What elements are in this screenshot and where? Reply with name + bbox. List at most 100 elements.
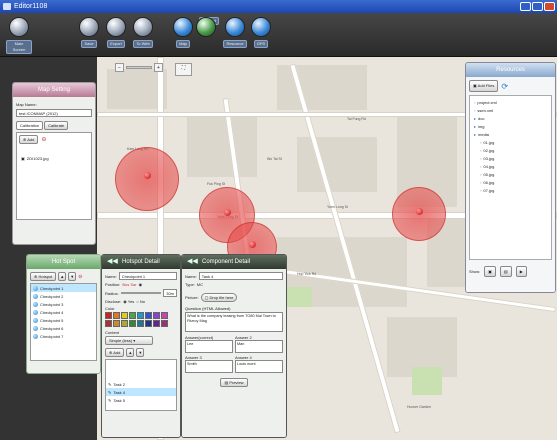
color-swatch[interactable] (121, 320, 128, 327)
color-swatch[interactable] (129, 320, 136, 327)
radius-slider[interactable] (120, 292, 162, 294)
resource-button[interactable]: Resource (222, 17, 248, 48)
map-button[interactable]: Map (170, 17, 196, 48)
color-swatch[interactable] (137, 320, 144, 327)
add-map-button[interactable]: ⊕ Add (19, 135, 39, 144)
document-filter-icon[interactable]: ▤ (499, 266, 512, 277)
task-item-label: Task 2 (113, 381, 125, 387)
resource-tree-item[interactable]: ▫ 05.jpg (472, 170, 549, 178)
color-swatch[interactable] (145, 312, 152, 319)
content-label: Content (105, 330, 120, 335)
color-swatch[interactable] (129, 312, 136, 319)
resource-tree-item[interactable]: ▫ 01.jpg (472, 138, 549, 146)
add-content-button[interactable]: ⊕ Add (105, 348, 125, 357)
media-filter-icon[interactable]: ▶ (515, 266, 527, 277)
resource-tree-item[interactable]: ▸ media (472, 130, 549, 138)
move-up-icon[interactable]: ▲ (126, 348, 135, 357)
radius-input[interactable]: 30m (163, 289, 177, 297)
minimize-button[interactable] (520, 2, 531, 11)
tab-calibrate[interactable]: Calibrate (44, 121, 69, 130)
task-list-item[interactable]: ✎ Task 4 (106, 388, 176, 396)
close-button[interactable] (544, 2, 555, 11)
map-block (187, 117, 257, 177)
color-swatch[interactable] (153, 312, 160, 319)
preview-button[interactable]: ▤ Preview (220, 378, 248, 387)
file-icon: ▫ (480, 155, 482, 161)
component-name-input[interactable]: Task 4 (198, 272, 283, 280)
color-swatch[interactable] (161, 320, 168, 327)
hotspot-list-item[interactable]: Checkpoint 7 (31, 332, 96, 340)
resource-item-label: 01.jpg (483, 139, 495, 145)
hotspot-list-item[interactable]: Checkpoint 2 (31, 292, 96, 300)
remove-icon[interactable]: ⊖ (41, 136, 46, 143)
color-swatch[interactable] (137, 312, 144, 319)
main-screen-button[interactable]: Main Screen (6, 17, 32, 54)
zoom-slider[interactable] (126, 66, 152, 69)
task-item-label: Task 4 (113, 389, 125, 395)
back-arrow-icon[interactable]: ◀◀ (187, 255, 198, 269)
answer-3-input[interactable]: Smith (185, 360, 233, 373)
color-swatch[interactable] (105, 312, 112, 319)
tab-calibration[interactable]: Calibration (16, 121, 44, 130)
resource-tree-item[interactable]: ▫ 07.jpg (472, 186, 549, 194)
color-swatch[interactable] (161, 312, 168, 319)
name-label: Name: (105, 273, 117, 279)
color-swatch[interactable] (105, 320, 112, 327)
resource-tree-item[interactable]: ▫ project.xml (472, 98, 549, 106)
fullscreen-icon[interactable]: ⛶ (175, 63, 192, 76)
hotspot-list-item[interactable]: Checkpoint 1 (31, 284, 96, 292)
add-hotspot-button[interactable]: ⊕ Hotspot (30, 272, 57, 281)
save-button[interactable]: Save (76, 17, 102, 48)
export-button[interactable]: Export (103, 17, 129, 48)
refresh-icon[interactable]: ⟳ (501, 82, 508, 91)
hotspot-marker[interactable] (115, 147, 179, 211)
hotspot-list-item[interactable]: Checkpoint 5 (31, 316, 96, 324)
color-swatch[interactable] (113, 320, 120, 327)
task-list-item[interactable]: ✎ Task 5 (106, 396, 176, 404)
drop-file-button[interactable]: ▢ Drop file here (200, 293, 238, 302)
disclose-no-radio[interactable]: ○ No (136, 299, 145, 304)
content-type-select[interactable]: Simple (less) ▾ (105, 336, 153, 345)
zoom-in-button[interactable]: + (154, 63, 163, 72)
map-file-item[interactable]: ▣ ZDI1023.jpg (19, 154, 89, 162)
resource-tree-item[interactable]: ▫ 02.jpg (472, 146, 549, 154)
add-files-button[interactable]: ▣ Add Files (469, 80, 499, 92)
question-textarea[interactable]: What is the company leasing from TO80 Ma… (185, 312, 283, 332)
to-web-button[interactable]: To Web (130, 17, 156, 48)
task-list-item[interactable]: ✎ Task 2 (106, 380, 176, 388)
zoom-out-button[interactable]: − (115, 63, 124, 72)
color-swatch[interactable] (121, 312, 128, 319)
remove-icon[interactable]: ⊖ (78, 274, 82, 280)
move-down-icon[interactable]: ▼ (136, 348, 145, 357)
position-pin-icon[interactable]: ◉ (139, 282, 143, 287)
color-swatch[interactable] (153, 320, 160, 327)
maximize-button[interactable] (532, 2, 543, 11)
resource-tree-item[interactable]: ▫ 06.jpg (472, 178, 549, 186)
color-swatch[interactable] (145, 320, 152, 327)
chevron-down-icon: ▾ (133, 338, 136, 343)
move-up-icon[interactable]: ▲ (58, 272, 67, 281)
move-down-icon[interactable]: ▼ (68, 272, 77, 281)
resource-tree-item[interactable]: ▸ img (472, 122, 549, 130)
hotspot-dot-icon (33, 317, 38, 323)
hotspot-button[interactable]: Hotspot (196, 17, 222, 37)
hotspot-marker[interactable] (392, 187, 446, 241)
hotspot-list-item[interactable]: Checkpoint 4 (31, 308, 96, 316)
back-arrow-icon[interactable]: ◀◀ (107, 255, 118, 269)
resource-tree-item[interactable]: ▫ 03.jpg (472, 154, 549, 162)
show-label: Show: (469, 269, 481, 274)
resource-tree-item[interactable]: ▸ doc (472, 114, 549, 122)
hotspot-list-item[interactable]: Checkpoint 6 (31, 324, 96, 332)
hotspot-name-input[interactable]: Checkpoint 1 (118, 272, 177, 280)
answer-2-input[interactable]: Man (235, 340, 283, 353)
resource-tree-item[interactable]: ▫ ssen.xml (472, 106, 549, 114)
answer-1-input[interactable]: Lee (185, 340, 233, 353)
answer-4-input[interactable]: Louis mont (235, 360, 283, 373)
hotspot-list-item[interactable]: Checkpoint 3 (31, 300, 96, 308)
gps-button[interactable]: GPS (248, 17, 274, 48)
map-name-input[interactable]: test ICONMAP (2012) (16, 109, 92, 117)
resource-tree-item[interactable]: ▫ 04.jpg (472, 162, 549, 170)
disclose-yes-radio[interactable]: ◉ Yes (123, 299, 134, 304)
image-filter-icon[interactable]: ▣ (484, 266, 496, 277)
color-swatch[interactable] (113, 312, 120, 319)
